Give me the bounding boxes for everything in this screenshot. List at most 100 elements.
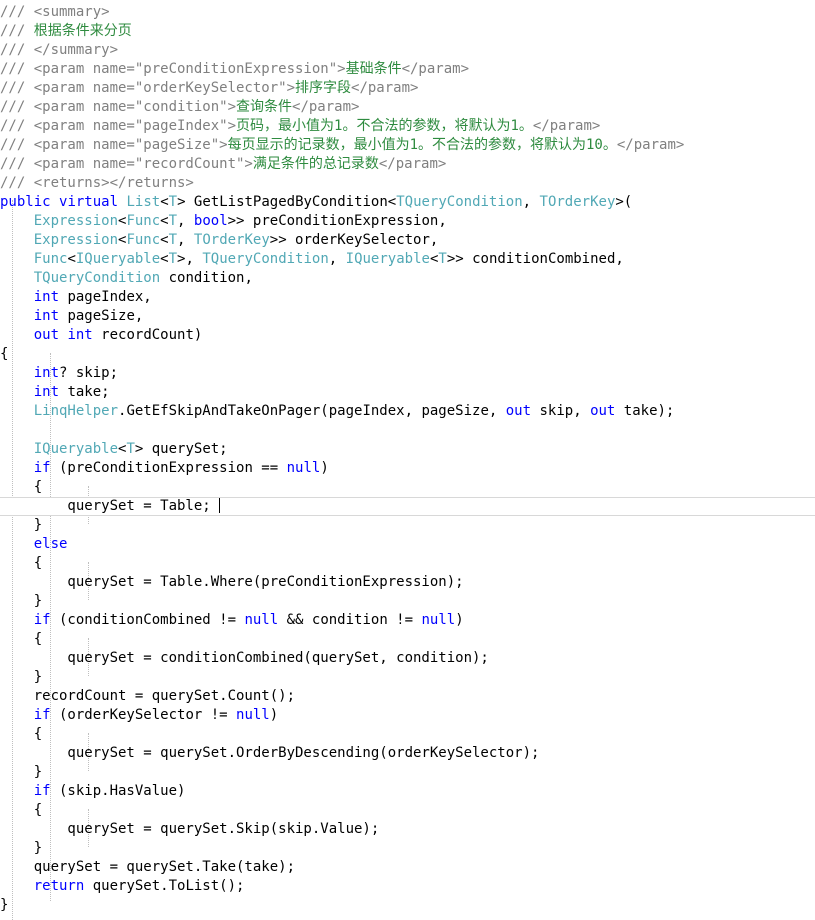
code-line[interactable]: { <box>0 345 815 364</box>
code-token-ty: Func <box>33 251 68 267</box>
code-line[interactable]: Func<IQueryable<T>, TQueryCondition, IQu… <box>0 250 815 269</box>
code-token-id: { <box>0 479 43 495</box>
text-caret <box>219 498 221 513</box>
code-editor-surface[interactable]: /// <summary>/// 根据条件来分页/// </summary>//… <box>0 0 815 920</box>
code-token-kw: int <box>33 365 60 381</box>
code-token-ty: T <box>168 213 178 229</box>
code-token-id <box>0 441 34 457</box>
code-line[interactable]: if (skip.HasValue) <box>0 782 815 801</box>
code-line[interactable]: /// 根据条件来分页 <box>0 22 815 41</box>
code-line[interactable]: if (preConditionExpression == null) <box>0 459 815 478</box>
code-line[interactable]: } <box>0 763 815 782</box>
code-token-ty: T <box>126 441 135 457</box>
code-token-id: { <box>0 726 43 742</box>
code-line[interactable]: { <box>0 725 815 744</box>
code-line[interactable]: Expression<Func<T, bool>> preConditionEx… <box>0 212 815 231</box>
code-token-id: { <box>0 631 43 647</box>
code-line[interactable]: { <box>0 478 815 497</box>
code-line[interactable]: querySet = Table.Where(preConditionExpre… <box>0 573 815 592</box>
code-line[interactable]: public virtual List<T> GetListPagedByCon… <box>0 193 815 212</box>
code-token-kw: if <box>33 783 51 799</box>
code-token-id: > querySet; <box>134 441 228 457</box>
code-token-id: && condition != <box>278 612 422 628</box>
code-token-cm: </param> <box>378 156 447 172</box>
code-token-ty: Expression <box>33 213 119 229</box>
code-line[interactable]: { <box>0 801 815 820</box>
code-line[interactable]: /// <param name="condition">查询条件</param> <box>0 98 815 117</box>
code-line[interactable]: /// <param name="orderKeySelector">排序字段<… <box>0 79 815 98</box>
code-token-id: querySet = querySet.Take(take); <box>0 859 296 875</box>
code-line[interactable]: { <box>0 630 815 649</box>
code-token-cm: /// <returns></returns> <box>0 175 194 191</box>
code-line[interactable]: querySet = querySet.Skip(skip.Value); <box>0 820 815 839</box>
code-token-id: condition, <box>160 270 253 286</box>
code-line[interactable]: /// <param name="preConditionExpression"… <box>0 60 815 79</box>
code-token-id <box>0 327 34 343</box>
code-token-id: { <box>0 555 43 571</box>
code-line[interactable]: querySet = Table; <box>0 497 815 516</box>
code-line[interactable]: IQueryable<T> querySet; <box>0 440 815 459</box>
code-token-id: skip, <box>531 403 591 419</box>
code-line[interactable]: LinqHelper.GetEfSkipAndTakeOnPager(pageI… <box>0 402 815 421</box>
code-line[interactable]: /// <param name="pageIndex">页码，最小值为1。不合法… <box>0 117 815 136</box>
code-token-id: { <box>0 802 43 818</box>
code-token-cm: /// </summary> <box>0 42 119 58</box>
code-token-kw: int <box>33 384 60 400</box>
code-line[interactable]: /// </summary> <box>0 41 815 60</box>
code-line[interactable]: int take; <box>0 383 815 402</box>
code-token-id <box>0 213 34 229</box>
code-line[interactable]: return querySet.ToList(); <box>0 877 815 896</box>
code-token-id: ) <box>320 460 329 476</box>
code-token-cm: /// <param name="pageSize"> <box>0 137 228 153</box>
code-token-ty: TQueryCondition <box>202 251 329 267</box>
code-line[interactable]: Expression<Func<T, TOrderKey>> orderKeyS… <box>0 231 815 250</box>
code-token-id: ) <box>455 612 464 628</box>
code-token-id: < <box>160 251 169 267</box>
code-line[interactable]: recordCount = querySet.Count(); <box>0 687 815 706</box>
code-token-kw: out <box>590 403 616 419</box>
code-line[interactable]: } <box>0 839 815 858</box>
code-line[interactable]: } <box>0 592 815 611</box>
code-token-id <box>0 536 34 552</box>
code-token-id: , <box>328 251 346 267</box>
code-line[interactable]: if (conditionCombined != null && conditi… <box>0 611 815 630</box>
code-token-cm: /// <param name="preConditionExpression"… <box>0 61 346 77</box>
code-token-cm: </param> <box>351 80 419 96</box>
code-line[interactable]: /// <returns></returns> <box>0 174 815 193</box>
code-line[interactable]: querySet = querySet.Take(take); <box>0 858 815 877</box>
code-token-cmt: 根据条件来分页 <box>33 23 132 39</box>
code-token-cm: /// <box>0 23 34 39</box>
code-line[interactable]: /// <param name="pageSize">每页显示的记录数，最小值为… <box>0 136 815 155</box>
code-token-id: >> preConditionExpression, <box>227 213 447 229</box>
code-text-area[interactable]: /// <summary>/// 根据条件来分页/// </summary>//… <box>0 0 815 915</box>
code-token-id: querySet.ToList(); <box>84 878 245 894</box>
code-token-ty: LinqHelper <box>33 403 119 419</box>
code-token-ty: TOrderKey <box>539 194 616 210</box>
code-token-id: querySet = Table.Where(preConditionExpre… <box>0 574 464 590</box>
code-token-id: >> conditionCombined, <box>446 251 624 267</box>
code-line[interactable]: } <box>0 516 815 535</box>
code-line[interactable]: if (orderKeySelector != null) <box>0 706 815 725</box>
code-line[interactable]: int? skip; <box>0 364 815 383</box>
code-line[interactable]: int pageIndex, <box>0 288 815 307</box>
code-line[interactable]: querySet = conditionCombined(querySet, c… <box>0 649 815 668</box>
code-line[interactable]: { <box>0 554 815 573</box>
code-line[interactable]: out int recordCount) <box>0 326 815 345</box>
code-line[interactable]: else <box>0 535 815 554</box>
code-token-id: ? skip; <box>59 365 119 381</box>
code-token-kw: public <box>0 194 51 210</box>
code-line[interactable]: /// <param name="recordCount">满足条件的总记录数<… <box>0 155 815 174</box>
code-line[interactable]: querySet = querySet.OrderByDescending(or… <box>0 744 815 763</box>
code-line[interactable]: /// <summary> <box>0 3 815 22</box>
code-line[interactable]: } <box>0 668 815 687</box>
code-line[interactable]: } <box>0 896 815 915</box>
code-line[interactable]: int pageSize, <box>0 307 815 326</box>
code-token-ty: T <box>168 194 178 210</box>
code-token-id <box>0 460 34 476</box>
code-line[interactable] <box>0 421 815 440</box>
code-token-id: (conditionCombined != <box>50 612 245 628</box>
code-token-id: } <box>0 517 43 533</box>
code-token-id: querySet = querySet.OrderByDescending(or… <box>0 745 540 761</box>
code-line[interactable]: TQueryCondition condition, <box>0 269 815 288</box>
code-token-id: > GetListPagedByCondition< <box>177 194 397 210</box>
